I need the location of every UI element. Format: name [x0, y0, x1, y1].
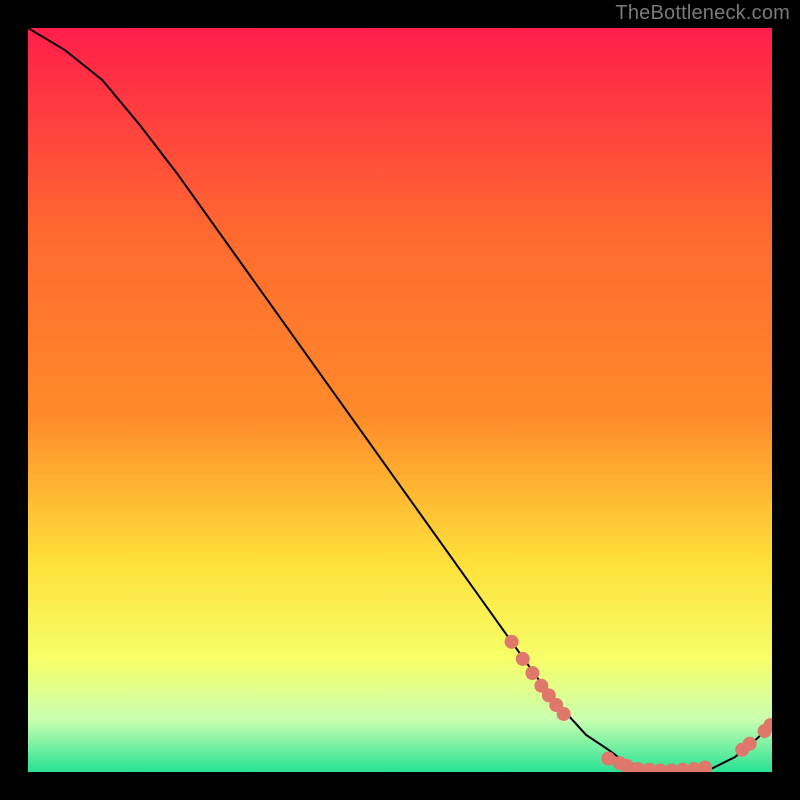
watermark-label: TheBottleneck.com — [615, 2, 790, 25]
curve-marker — [557, 707, 571, 721]
gradient-background — [28, 28, 772, 772]
chart-stage: TheBottleneck.com — [0, 0, 800, 800]
plot-area — [28, 28, 772, 772]
curve-marker — [743, 737, 757, 751]
curve-marker — [525, 666, 539, 680]
chart-svg — [28, 28, 772, 772]
curve-marker — [505, 635, 519, 649]
curve-marker — [516, 652, 530, 666]
